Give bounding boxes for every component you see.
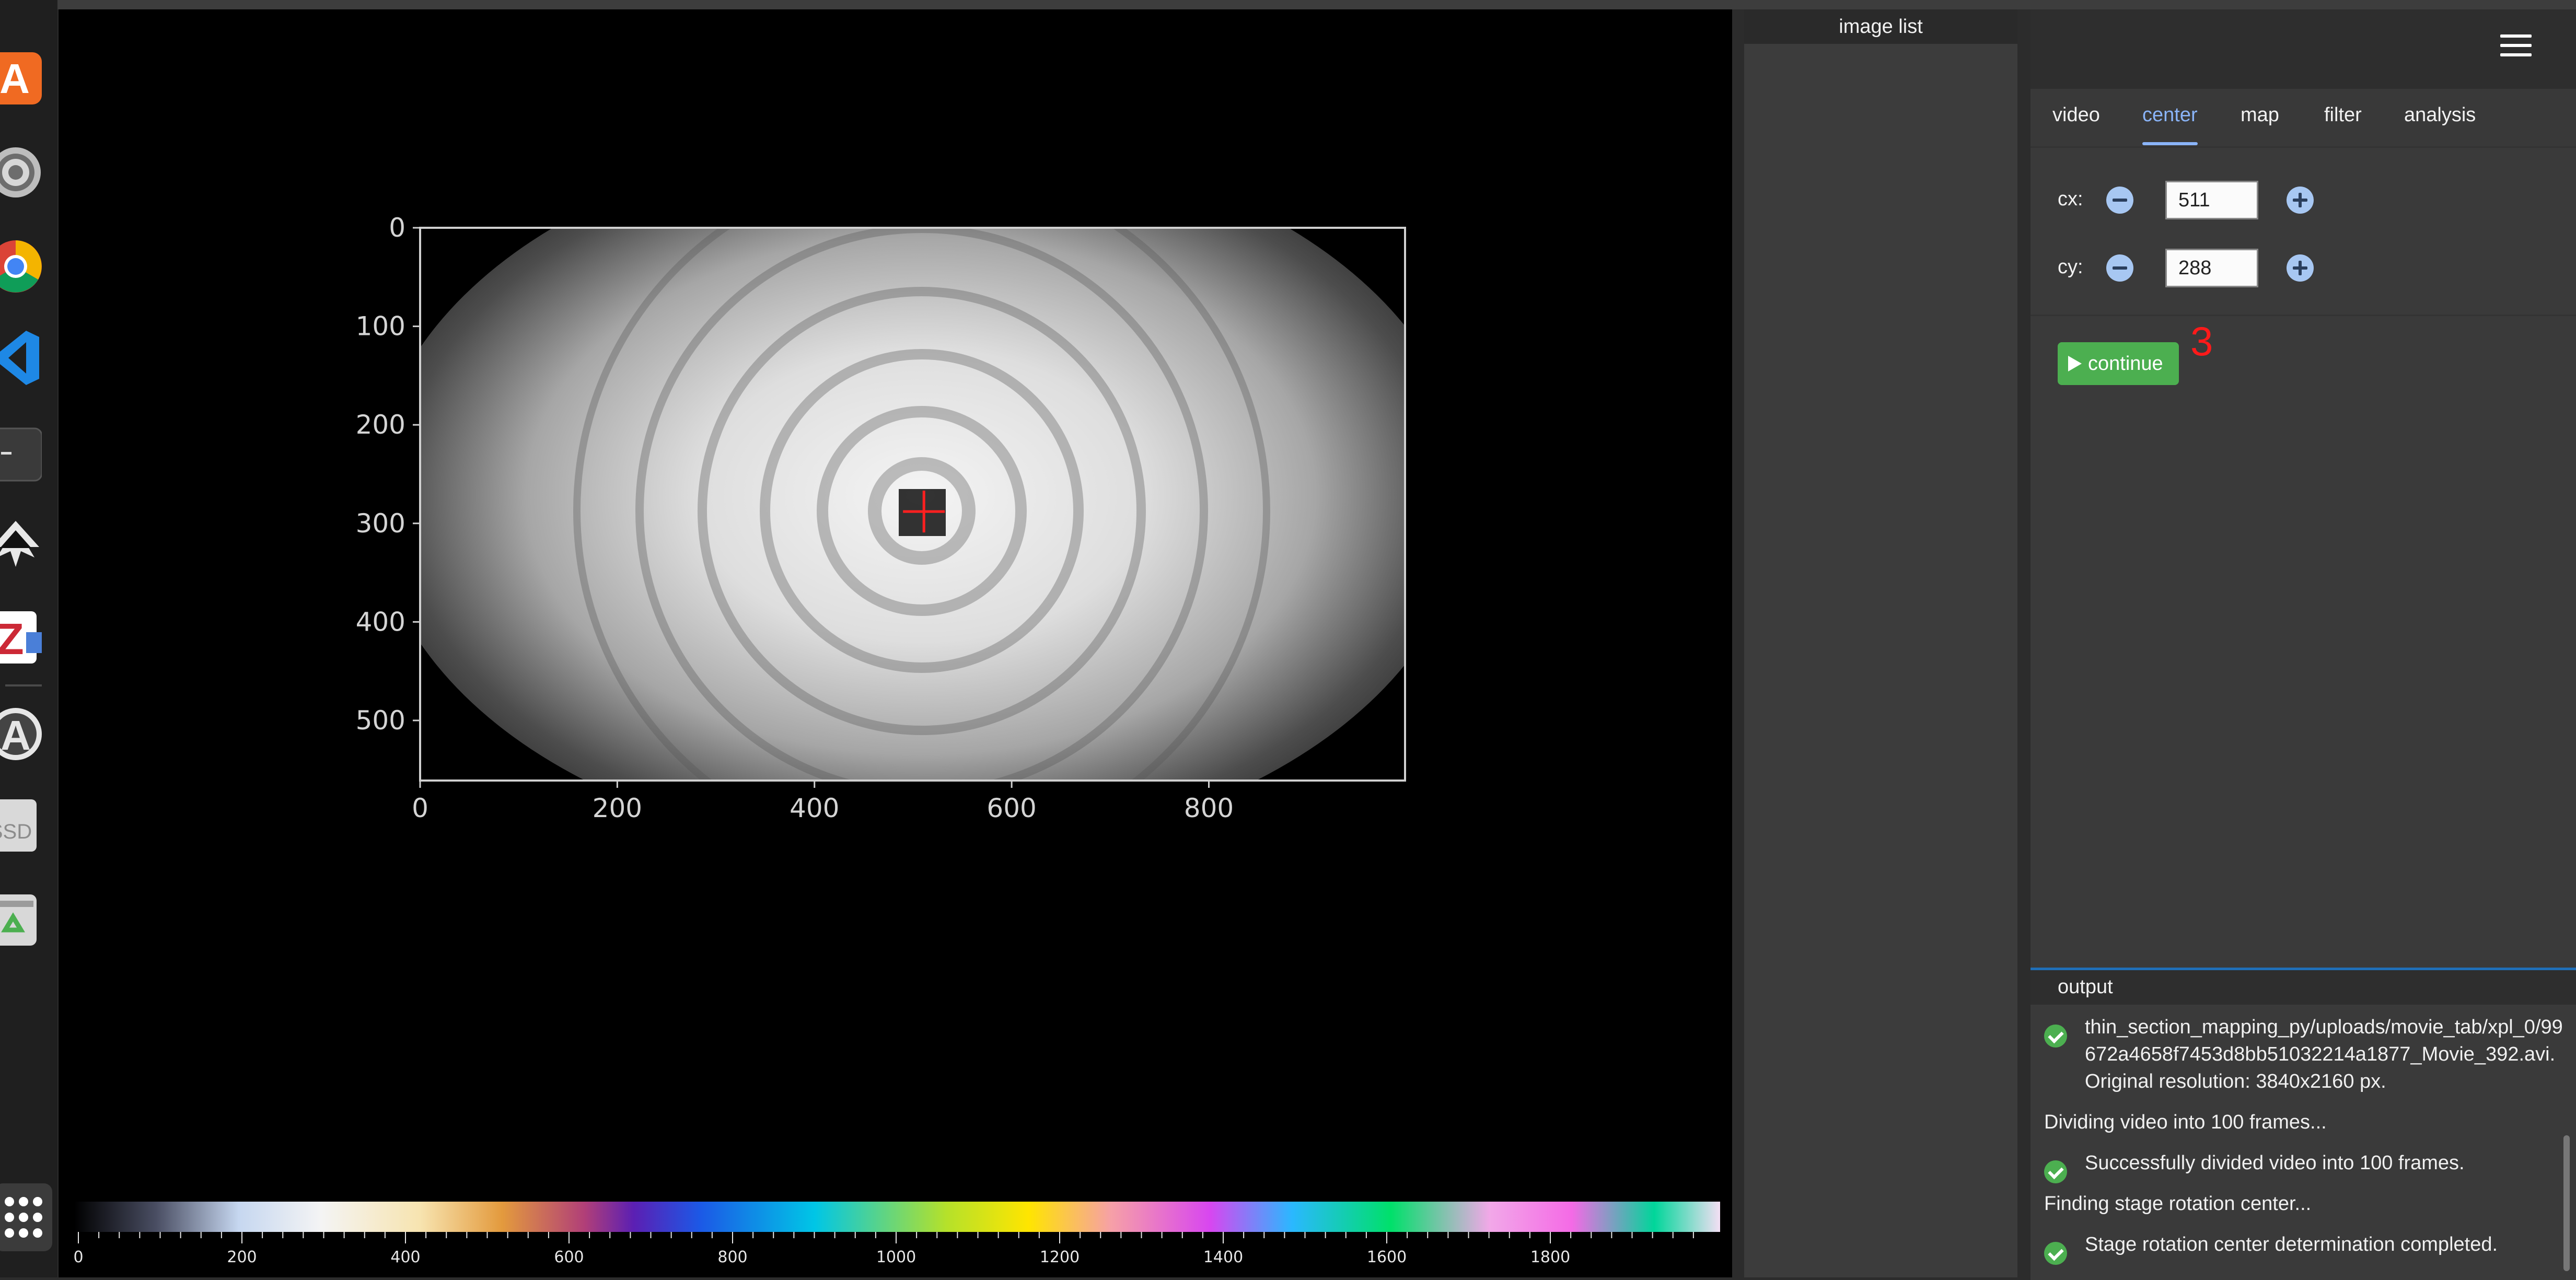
y-tick-label: 500 <box>356 705 405 736</box>
minus-icon <box>2113 199 2127 202</box>
trash-icon[interactable] <box>0 888 43 951</box>
divider <box>2030 315 2576 316</box>
continue-button[interactable]: continue <box>2058 342 2179 385</box>
log-line: Finding stage rotation center... <box>2044 1193 2312 1215</box>
image-list-panel: image list <box>1744 9 2017 1277</box>
window-top-strip <box>57 0 2576 9</box>
step-number: 3 <box>2190 318 2213 364</box>
tab-bar: video center map filter analysis <box>2030 89 2576 148</box>
tab-filter[interactable]: filter <box>2324 89 2362 146</box>
svg-text:Z: Z <box>0 614 24 664</box>
x-axis: 0 200 400 600 800 <box>412 781 1234 823</box>
play-icon <box>2068 356 2082 371</box>
image-list-title: image list <box>1744 9 2017 44</box>
y-tick-label: 400 <box>356 607 405 637</box>
control-panel: video center map filter analysis cx: cy:… <box>2030 9 2576 1280</box>
show-apps-icon[interactable] <box>0 1183 52 1251</box>
colorbar-tick-label: 0 <box>73 1248 83 1266</box>
plus-icon <box>2299 193 2302 207</box>
colorbar-tick-label: 200 <box>227 1248 257 1266</box>
output-scrollbar[interactable] <box>2563 1135 2570 1271</box>
chrome-icon[interactable] <box>0 235 43 298</box>
image-frame <box>419 227 1406 782</box>
minus-icon <box>2113 266 2127 270</box>
y-tick-label: 300 <box>356 508 405 539</box>
colorbar-tick-label: 1400 <box>1203 1248 1243 1266</box>
app-store-icon[interactable]: A <box>0 47 43 110</box>
output-title: output <box>2030 970 2576 1005</box>
svg-text:A: A <box>1 712 31 759</box>
log-line: Dividing video into 100 frames... <box>2044 1111 2327 1133</box>
cy-increment-button[interactable] <box>2287 254 2314 282</box>
plot-canvas: 0 200 400 600 800 0 100 200 300 400 500 0 200 400 60… <box>73 213 1720 1266</box>
cy-decrement-button[interactable] <box>2106 254 2133 282</box>
colorbar-ticks: 0 200 400 600 800 1000 1200 1400 1600 1800 <box>73 1232 1694 1266</box>
log-line: 672a4658f7453d8bb51032214a1877_Movie_392… <box>2085 1043 2556 1065</box>
cx-label: cx: <box>2058 188 2083 210</box>
ssd-label: SSD <box>0 820 32 843</box>
terminal-icon[interactable] <box>0 423 43 486</box>
x-tick-label: 600 <box>987 793 1036 823</box>
plus-icon <box>2299 261 2302 275</box>
y-tick-label: 0 <box>389 213 405 243</box>
hamburger-menu-icon[interactable] <box>2500 34 2532 63</box>
check-circle-icon <box>2044 1242 2067 1265</box>
vscode-icon[interactable] <box>0 327 43 389</box>
log-line: Original resolution: 3840x2160 px. <box>2085 1070 2386 1092</box>
cx-input[interactable] <box>2165 181 2258 219</box>
x-tick-label: 200 <box>593 793 642 823</box>
settings-icon[interactable] <box>0 141 43 204</box>
inkscape-icon[interactable] <box>0 515 43 577</box>
svg-text:A: A <box>0 55 30 102</box>
dock: A Z A SSD <box>0 0 57 1277</box>
tab-analysis[interactable]: analysis <box>2404 89 2476 146</box>
output-panel: output thin_section_mapping_py/uploads/m… <box>2030 968 2576 1280</box>
colorbar-tick-label: 1000 <box>876 1248 916 1266</box>
colorbar-tick-label: 1600 <box>1367 1248 1407 1266</box>
log-line: thin_section_mapping_py/uploads/movie_ta… <box>2085 1016 2563 1038</box>
continue-label: continue <box>2088 353 2163 375</box>
cx-increment-button[interactable] <box>2287 187 2314 214</box>
tab-video[interactable]: video <box>2052 89 2100 146</box>
ssd-drive-icon[interactable]: SSD <box>0 794 43 857</box>
y-tick-label: 100 <box>356 311 405 342</box>
y-axis: 0 100 200 300 400 500 <box>356 213 420 736</box>
y-tick-label: 200 <box>356 410 405 440</box>
tab-center[interactable]: center <box>2142 89 2198 146</box>
check-circle-icon <box>2044 1160 2067 1183</box>
zotero-icon[interactable]: Z <box>0 606 43 669</box>
cy-label: cy: <box>2058 256 2083 278</box>
x-tick-label: 800 <box>1184 793 1234 823</box>
cy-input[interactable] <box>2165 249 2258 287</box>
log-line: Successfully divided video into 100 fram… <box>2085 1152 2465 1174</box>
cx-decrement-button[interactable] <box>2106 187 2133 214</box>
check-circle-icon <box>2044 1025 2067 1048</box>
dock-separator <box>5 684 42 686</box>
colorbar-tick-label: 400 <box>390 1248 420 1266</box>
plot-panel: 0 200 400 600 800 0 100 200 300 400 500 0 200 400 60… <box>59 9 1732 1277</box>
colorbar-tick-label: 600 <box>554 1248 584 1266</box>
colorbar: 0 200 400 600 800 1000 1200 1400 1600 1800 <box>73 1202 1720 1266</box>
log-line: Stage rotation center determination comp… <box>2085 1234 2498 1255</box>
colorbar-tick-label: 1200 <box>1040 1248 1080 1266</box>
colorbar-tick-label: 800 <box>717 1248 747 1266</box>
software-updater-icon[interactable]: A <box>0 703 43 765</box>
panel-header <box>2030 9 2576 89</box>
colorbar-tick-label: 1800 <box>1530 1248 1570 1266</box>
tab-map[interactable]: map <box>2241 89 2279 146</box>
x-tick-label: 400 <box>790 793 839 823</box>
x-tick-label: 0 <box>412 793 428 823</box>
output-log: thin_section_mapping_py/uploads/movie_ta… <box>2030 1005 2576 1280</box>
